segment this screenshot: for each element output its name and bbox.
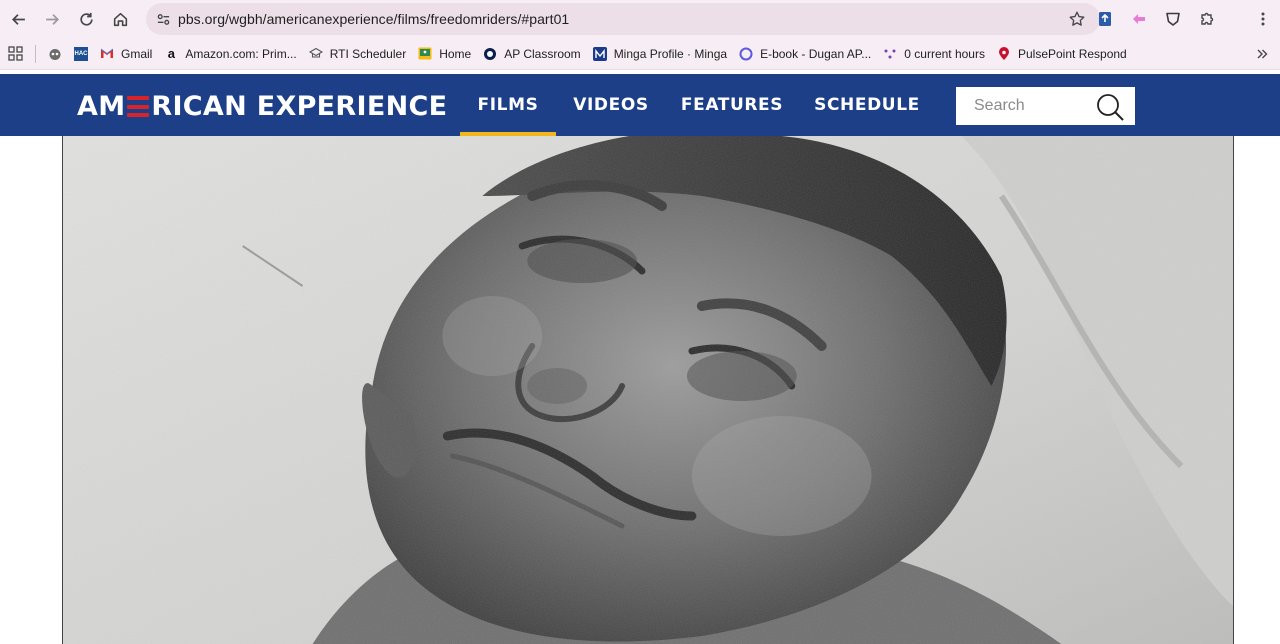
pink-extension-icon	[1133, 14, 1145, 24]
apps-button[interactable]	[0, 41, 29, 67]
kebab-menu-icon	[1261, 12, 1265, 26]
bookmark-minga[interactable]: Minga Profile · Minga	[587, 41, 733, 67]
back-button[interactable]	[1, 2, 35, 36]
bookmark-amazon[interactable]: a Amazon.com: Prim...	[158, 41, 302, 67]
chrome-menu-button[interactable]	[1246, 2, 1280, 36]
search-input[interactable]	[974, 97, 1104, 115]
chrome-divider	[1224, 2, 1246, 36]
double-chevron-right-icon	[1257, 49, 1268, 58]
classroom-icon	[418, 47, 432, 61]
nav-label: FEATURES	[680, 95, 784, 115]
rti-icon	[308, 47, 323, 61]
nav-label: FILMS	[477, 95, 539, 115]
main-nav: FILMS VIDEOS FEATURES SCHEDULE	[460, 74, 936, 136]
puzzle-icon	[1201, 12, 1214, 25]
amazon-icon: a	[167, 46, 175, 61]
bookmark-ap-classroom[interactable]: AP Classroom	[477, 41, 586, 67]
bookmark-label: RTI Scheduler	[329, 46, 407, 61]
bookmark-label: 0 current hours	[904, 46, 985, 61]
gmail-icon	[100, 47, 114, 61]
shield-icon	[1166, 12, 1180, 26]
logo-text-right: RICAN EXPERIENCE	[151, 91, 448, 122]
site-settings-icon[interactable]	[148, 12, 178, 27]
raccoon-icon	[48, 47, 62, 61]
film-still-image	[63, 136, 1233, 644]
site-search	[956, 87, 1135, 125]
bookmark-label: AP Classroom	[504, 46, 581, 61]
extension-shield-button[interactable]	[1156, 2, 1190, 36]
search-icon[interactable]	[1095, 92, 1125, 122]
bookmarks-bar: HAC Gmail a Amazon.com: Prim... RTI Sche…	[0, 38, 1280, 70]
bookmark-gmail[interactable]: Gmail	[94, 41, 158, 67]
bookmark-label: Gmail	[121, 46, 153, 61]
extensions-area	[1088, 0, 1280, 38]
bookmark-star-icon[interactable]	[1068, 10, 1086, 28]
bookmarks-separator	[35, 44, 36, 63]
home-button[interactable]	[103, 2, 137, 36]
minga-icon	[592, 46, 607, 61]
pulsepoint-icon	[997, 46, 1011, 61]
nav-schedule[interactable]: SCHEDULE	[798, 74, 936, 136]
bookmark-current-hours[interactable]: 0 current hours	[877, 41, 991, 67]
flag-e-icon	[127, 96, 150, 117]
nav-label: VIDEOS	[573, 95, 649, 115]
reload-icon	[79, 12, 93, 26]
bookmark-label: Amazon.com: Prim...	[185, 46, 297, 61]
hac-icon: HAC	[74, 46, 88, 61]
arrow-right-icon	[45, 13, 59, 25]
extension-pink-button[interactable]	[1122, 2, 1156, 36]
extensions-menu-button[interactable]	[1190, 2, 1224, 36]
browser-toolbar: pbs.org/wgbh/americanexperience/films/fr…	[0, 0, 1280, 38]
bookmark-label: Home	[439, 46, 472, 61]
bookmark-label: PulsePoint Respond	[1017, 46, 1127, 61]
reload-button[interactable]	[69, 2, 103, 36]
site-header: AM RICAN EXPERIENCE FILMS VIDEOS FEATURE…	[0, 74, 1280, 136]
hero-film-still	[62, 136, 1234, 644]
ap-icon	[483, 47, 497, 61]
nav-label: SCHEDULE	[814, 95, 920, 115]
nav-films[interactable]: FILMS	[460, 74, 556, 136]
bookmark-raccoon[interactable]	[42, 41, 68, 67]
american-experience-logo[interactable]: AM RICAN EXPERIENCE	[77, 91, 447, 122]
hours-icon	[883, 47, 897, 61]
url-text: pbs.org/wgbh/americanexperience/films/fr…	[178, 11, 570, 27]
home-icon	[113, 12, 127, 26]
more-bookmarks-button[interactable]	[1250, 41, 1274, 67]
bookmark-ebook[interactable]: E-book - Dugan AP...	[733, 41, 877, 67]
apps-grid-icon	[8, 46, 23, 61]
nav-videos[interactable]: VIDEOS	[556, 74, 666, 136]
ebook-icon	[739, 47, 753, 61]
extension-upload-button[interactable]	[1088, 2, 1122, 36]
forward-button[interactable]	[35, 2, 69, 36]
arrow-left-icon	[11, 13, 25, 25]
bookmark-label: Minga Profile · Minga	[613, 46, 728, 61]
bookmark-home[interactable]: Home	[412, 41, 477, 67]
bookmark-rti-scheduler[interactable]: RTI Scheduler	[303, 41, 412, 67]
nav-features[interactable]: FEATURES	[666, 74, 798, 136]
bookmark-label: E-book - Dugan AP...	[760, 46, 872, 61]
bookmark-pulsepoint[interactable]: PulsePoint Respond	[991, 41, 1133, 67]
upload-extension-icon	[1099, 12, 1111, 26]
address-bar[interactable]: pbs.org/wgbh/americanexperience/films/fr…	[146, 3, 1100, 35]
logo-text-left: AM	[77, 91, 126, 122]
bookmark-hac[interactable]: HAC	[68, 41, 94, 67]
